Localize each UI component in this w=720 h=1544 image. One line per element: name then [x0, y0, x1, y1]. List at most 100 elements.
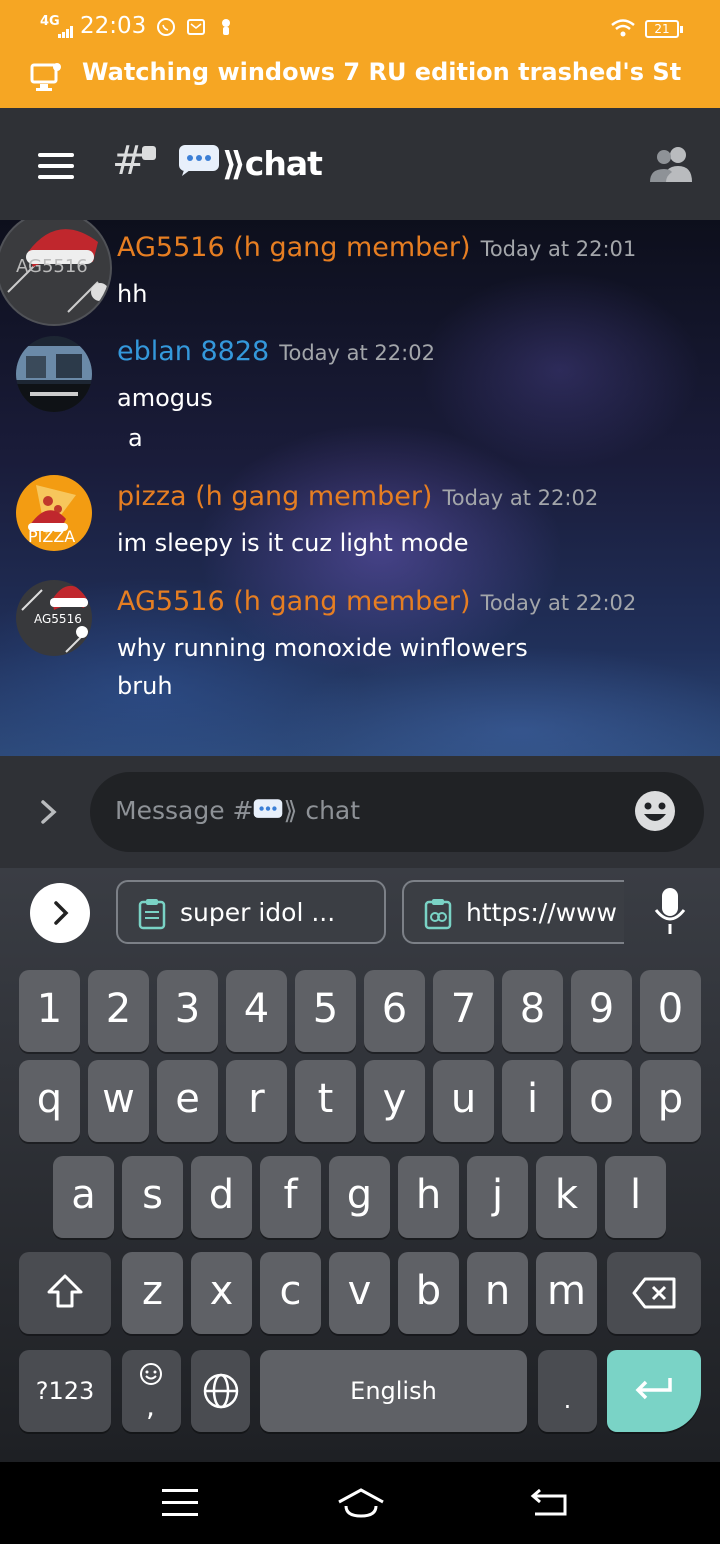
message-text: im sleepy is it cuz light mode [117, 529, 469, 557]
key-s[interactable]: s [122, 1156, 183, 1238]
key-i[interactable]: i [502, 1060, 563, 1142]
status-bar: 4G 22:03 21 [0, 0, 720, 56]
expand-suggestions-button[interactable] [30, 883, 90, 943]
key-b[interactable]: b [398, 1252, 459, 1334]
message-author[interactable]: AG5516 (h gang member) Today at 22:02 [117, 586, 636, 617]
channel-name: ⟫chat [222, 144, 323, 183]
message-author[interactable]: AG5516 (h gang member) Today at 22:01 [117, 232, 636, 263]
key-k[interactable]: k [536, 1156, 597, 1238]
message-timestamp: Today at 22:01 [480, 237, 637, 261]
key-m[interactable]: m [536, 1252, 597, 1334]
speech-bubble-emoji [179, 145, 219, 176]
key-p[interactable]: p [640, 1060, 701, 1142]
backspace-key[interactable] [607, 1252, 701, 1334]
clipboard-suggestion-text: https://www [466, 898, 617, 927]
message: AG5516 AG5516 (h gang member) Today at 22… [0, 580, 720, 710]
message-list[interactable]: AG5516 AG5516 (h gang member) Today at 22… [0, 220, 720, 756]
key-r[interactable]: r [226, 1060, 287, 1142]
key-2[interactable]: 2 [88, 970, 149, 1052]
enter-key[interactable] [607, 1350, 701, 1432]
space-key[interactable]: English [260, 1350, 527, 1432]
key-z[interactable]: z [122, 1252, 183, 1334]
mail-icon [187, 19, 205, 35]
suggestion-bar: super idol ... https://www [0, 868, 720, 958]
comma-label: , [146, 1390, 155, 1423]
key-f[interactable]: f [260, 1156, 321, 1238]
message-text: why running monoxide winflowers [117, 634, 528, 662]
key-1[interactable]: 1 [19, 970, 80, 1052]
key-8[interactable]: 8 [502, 970, 563, 1052]
period-key[interactable]: . [538, 1350, 597, 1432]
symbols-key[interactable]: ?123 [19, 1350, 111, 1432]
key-d[interactable]: d [191, 1156, 252, 1238]
enter-icon [635, 1378, 672, 1400]
stream-banner-text: Watching windows 7 RU edition trashed's … [82, 58, 682, 86]
on-screen-keyboard: super idol ... https://www 1 2 3 4 5 6 7… [0, 868, 720, 1462]
members-icon[interactable] [650, 144, 694, 184]
key-9[interactable]: 9 [571, 970, 632, 1052]
key-4[interactable]: 4 [226, 970, 287, 1052]
recent-apps-icon[interactable] [162, 1489, 198, 1517]
globe-icon [203, 1373, 238, 1409]
emoji-comma-key[interactable]: , [122, 1350, 181, 1432]
network-type: 4G [40, 14, 60, 29]
avatar[interactable]: PIZZA [16, 475, 92, 551]
message: PIZZA pizza (h gang member) Today at 22:0… [0, 475, 720, 575]
key-6[interactable]: 6 [364, 970, 425, 1052]
key-c[interactable]: c [260, 1252, 321, 1334]
speech-bubble-emoji [254, 799, 283, 818]
shift-key[interactable] [19, 1252, 111, 1334]
backspace-icon [632, 1277, 676, 1309]
message-text: a [128, 424, 143, 452]
key-w[interactable]: w [88, 1060, 149, 1142]
message-composer: Message # ⟫ chat [0, 756, 720, 868]
key-j[interactable]: j [467, 1156, 528, 1238]
key-n[interactable]: n [467, 1252, 528, 1334]
chevron-right-icon [54, 901, 69, 925]
clipboard-link-icon [424, 899, 452, 930]
message-author[interactable]: eblan 8828 Today at 22:02 [117, 336, 435, 367]
avatar-label: AG5516 [16, 256, 88, 277]
microphone-icon[interactable] [650, 886, 690, 938]
key-h[interactable]: h [398, 1156, 459, 1238]
avatar[interactable]: AG5516 [0, 220, 112, 326]
key-5[interactable]: 5 [295, 970, 356, 1052]
key-x[interactable]: x [191, 1252, 252, 1334]
clipboard-suggestion[interactable]: super idol ... [116, 880, 386, 944]
message-timestamp: Today at 22:02 [442, 486, 599, 510]
menu-icon[interactable] [38, 153, 74, 179]
message-timestamp: Today at 22:02 [480, 591, 637, 615]
avatar[interactable]: AG5516 [16, 580, 92, 656]
key-q[interactable]: q [19, 1060, 80, 1142]
stream-banner[interactable]: Watching windows 7 RU edition trashed's … [0, 56, 720, 108]
home-icon[interactable] [336, 1486, 386, 1520]
key-t[interactable]: t [295, 1060, 356, 1142]
clock: 22:03 [80, 13, 147, 39]
message-author[interactable]: pizza (h gang member) Today at 22:02 [117, 481, 598, 512]
key-a[interactable]: a [53, 1156, 114, 1238]
key-u[interactable]: u [433, 1060, 494, 1142]
system-navigation-bar [0, 1462, 720, 1544]
key-v[interactable]: v [329, 1252, 390, 1334]
avatar-label: AG5516 [34, 612, 82, 626]
signal-icon [58, 26, 74, 38]
key-l[interactable]: l [605, 1156, 666, 1238]
message-input[interactable]: Message # ⟫ chat [90, 772, 704, 852]
chevron-right-icon[interactable] [38, 798, 60, 826]
key-7[interactable]: 7 [433, 970, 494, 1052]
back-icon[interactable] [530, 1488, 568, 1518]
key-o[interactable]: o [571, 1060, 632, 1142]
avatar[interactable] [16, 336, 92, 412]
whatsapp-icon [157, 18, 175, 36]
message-text: hh [117, 280, 148, 308]
key-0[interactable]: 0 [640, 970, 701, 1052]
key-3[interactable]: 3 [157, 970, 218, 1052]
key-y[interactable]: y [364, 1060, 425, 1142]
avatar-image [16, 346, 92, 412]
key-g[interactable]: g [329, 1156, 390, 1238]
lock-icon [142, 146, 156, 160]
emoji-picker-icon[interactable] [634, 790, 676, 832]
language-key[interactable] [191, 1350, 250, 1432]
key-e[interactable]: e [157, 1060, 218, 1142]
clipboard-suggestion[interactable]: https://www [402, 880, 624, 944]
